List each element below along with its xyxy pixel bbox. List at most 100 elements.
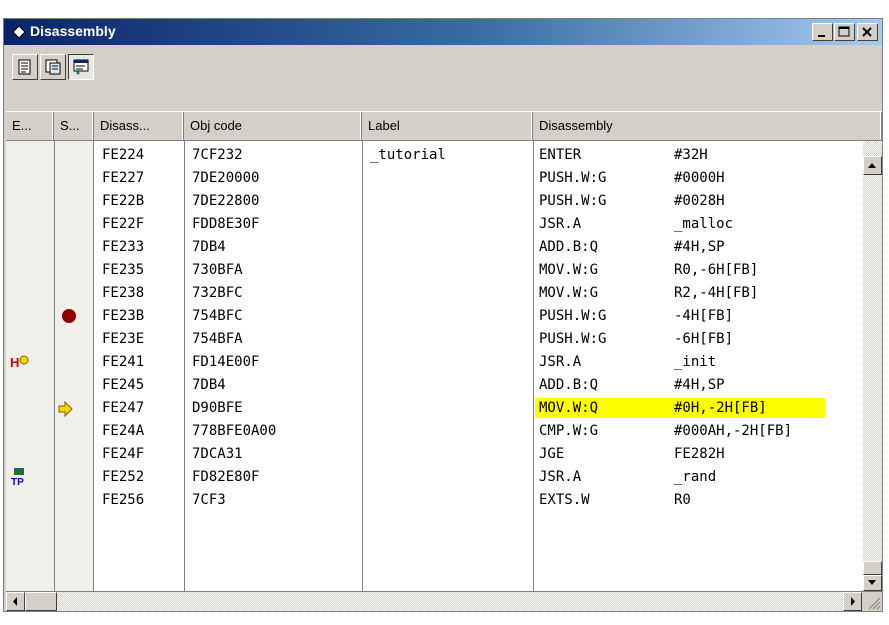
maximize-button[interactable] <box>834 23 855 41</box>
obj-code-cell[interactable]: 7CF232 <box>192 147 243 163</box>
event-cell[interactable]: TP <box>6 466 54 489</box>
mnemonic-cell[interactable]: JSR.A <box>539 469 581 485</box>
table-row[interactable]: TP FE252 FD82E80F JSR.A _rand <box>6 466 882 489</box>
obj-code-cell[interactable]: 754BFA <box>192 331 243 347</box>
mnemonic-cell[interactable]: PUSH.W:G <box>539 308 606 324</box>
mnemonic-cell[interactable]: MOV.W:G <box>539 285 598 301</box>
obj-code-cell[interactable]: FDD8E30F <box>192 216 259 232</box>
address-cell[interactable]: FE247 <box>102 400 144 416</box>
status-cell[interactable] <box>55 397 93 420</box>
close-button[interactable] <box>857 23 878 41</box>
status-cell[interactable] <box>55 213 93 236</box>
address-cell[interactable]: FE224 <box>102 147 144 163</box>
status-cell[interactable] <box>55 420 93 443</box>
table-row[interactable]: FE245 7DB4 ADD.B:Q #4H,SP <box>6 374 882 397</box>
mnemonic-cell[interactable]: JGE <box>539 446 564 462</box>
title-bar[interactable]: Disassembly <box>4 19 882 45</box>
mnemonic-cell[interactable]: CMP.W:G <box>539 423 598 439</box>
status-cell[interactable] <box>55 190 93 213</box>
scroll-up-button[interactable] <box>863 156 882 175</box>
operand-cell[interactable]: #000AH,-2H[FB] <box>674 423 792 439</box>
mnemonic-cell[interactable]: ENTER <box>539 147 581 163</box>
text-view-button[interactable] <box>12 54 38 80</box>
table-row[interactable]: FE247 D90BFE MOV.W:Q #0H,-2H[FB] <box>6 397 882 420</box>
horizontal-scroll-thumb[interactable] <box>25 592 57 611</box>
address-cell[interactable]: FE24A <box>102 423 144 439</box>
mnemonic-cell[interactable]: JSR.A <box>539 354 581 370</box>
address-cell[interactable]: FE24F <box>102 446 144 462</box>
mixed-view-button[interactable] <box>40 54 66 80</box>
mnemonic-cell[interactable]: MOV.W:Q <box>539 400 598 416</box>
table-row[interactable]: FE233 7DB4 ADD.B:Q #4H,SP <box>6 236 882 259</box>
event-cell[interactable] <box>6 489 54 512</box>
operand-cell[interactable]: R0,-6H[FB] <box>674 262 758 278</box>
address-cell[interactable]: FE256 <box>102 492 144 508</box>
obj-code-cell[interactable]: 7DB4 <box>192 239 226 255</box>
obj-code-cell[interactable]: 7CF3 <box>192 492 226 508</box>
event-cell[interactable] <box>6 443 54 466</box>
operand-cell[interactable]: #0028H <box>674 193 725 209</box>
obj-code-cell[interactable]: 7DCA31 <box>192 446 243 462</box>
status-cell[interactable] <box>55 489 93 512</box>
disassembly-view-button[interactable] <box>68 54 94 80</box>
table-row[interactable]: FE24F 7DCA31 JGE FE282H <box>6 443 882 466</box>
event-cell[interactable]: H <box>6 351 54 374</box>
address-cell[interactable]: FE252 <box>102 469 144 485</box>
obj-code-cell[interactable]: 730BFA <box>192 262 243 278</box>
table-row[interactable]: H FE241 FD14E00F JSR.A _init <box>6 351 882 374</box>
address-cell[interactable]: FE23B <box>102 308 144 324</box>
event-cell[interactable] <box>6 420 54 443</box>
column-header-label[interactable]: Label <box>362 112 533 140</box>
obj-code-cell[interactable]: FD14E00F <box>192 354 259 370</box>
table-row[interactable]: FE22F FDD8E30F JSR.A _malloc <box>6 213 882 236</box>
table-row[interactable]: FE224 7CF232 _tutorial ENTER #32H <box>6 144 882 167</box>
scroll-right-button[interactable] <box>843 592 862 611</box>
label-cell[interactable]: _tutorial <box>370 147 446 163</box>
operand-cell[interactable]: #32H <box>674 147 708 163</box>
table-row[interactable]: FE23B 754BFC PUSH.W:G -4H[FB] <box>6 305 882 328</box>
obj-code-cell[interactable]: 7DE22800 <box>192 193 259 209</box>
event-cell[interactable] <box>6 213 54 236</box>
status-cell[interactable] <box>55 259 93 282</box>
status-cell[interactable] <box>55 282 93 305</box>
operand-cell[interactable]: R2,-4H[FB] <box>674 285 758 301</box>
address-cell[interactable]: FE23E <box>102 331 144 347</box>
resize-grip[interactable] <box>863 592 882 611</box>
event-cell[interactable] <box>6 374 54 397</box>
column-header-address[interactable]: Disass... <box>94 112 184 140</box>
mnemonic-cell[interactable]: EXTS.W <box>539 492 590 508</box>
event-cell[interactable] <box>6 259 54 282</box>
obj-code-cell[interactable]: D90BFE <box>192 400 243 416</box>
mnemonic-cell[interactable]: JSR.A <box>539 216 581 232</box>
obj-code-cell[interactable]: 732BFC <box>192 285 243 301</box>
status-cell[interactable] <box>55 466 93 489</box>
horizontal-scrollbar[interactable] <box>6 592 862 611</box>
operand-cell[interactable]: -4H[FB] <box>674 308 733 324</box>
operand-cell[interactable]: FE282H <box>674 446 725 462</box>
status-cell[interactable] <box>55 144 93 167</box>
address-cell[interactable]: FE241 <box>102 354 144 370</box>
obj-code-cell[interactable]: FD82E80F <box>192 469 259 485</box>
scroll-thumb[interactable] <box>863 561 882 575</box>
mnemonic-cell[interactable]: MOV.W:G <box>539 262 598 278</box>
operand-cell[interactable]: _rand <box>674 469 716 485</box>
operand-cell[interactable]: #4H,SP <box>674 377 725 393</box>
table-row[interactable]: FE256 7CF3 EXTS.W R0 <box>6 489 882 512</box>
operand-cell[interactable]: -6H[FB] <box>674 331 733 347</box>
operand-cell[interactable]: #0H,-2H[FB] <box>674 400 767 416</box>
address-cell[interactable]: FE238 <box>102 285 144 301</box>
table-row[interactable]: FE235 730BFA MOV.W:G R0,-6H[FB] <box>6 259 882 282</box>
address-cell[interactable]: FE245 <box>102 377 144 393</box>
status-cell[interactable] <box>55 351 93 374</box>
operand-cell[interactable]: _malloc <box>674 216 733 232</box>
scroll-down-button[interactable] <box>863 575 882 591</box>
minimize-button[interactable] <box>812 23 833 41</box>
operand-cell[interactable]: R0 <box>674 492 691 508</box>
operand-cell[interactable]: #4H,SP <box>674 239 725 255</box>
status-cell[interactable] <box>55 305 93 328</box>
table-row[interactable]: FE22B 7DE22800 PUSH.W:G #0028H <box>6 190 882 213</box>
event-cell[interactable] <box>6 282 54 305</box>
event-cell[interactable] <box>6 190 54 213</box>
operand-cell[interactable]: #0000H <box>674 170 725 186</box>
obj-code-cell[interactable]: 7DE20000 <box>192 170 259 186</box>
